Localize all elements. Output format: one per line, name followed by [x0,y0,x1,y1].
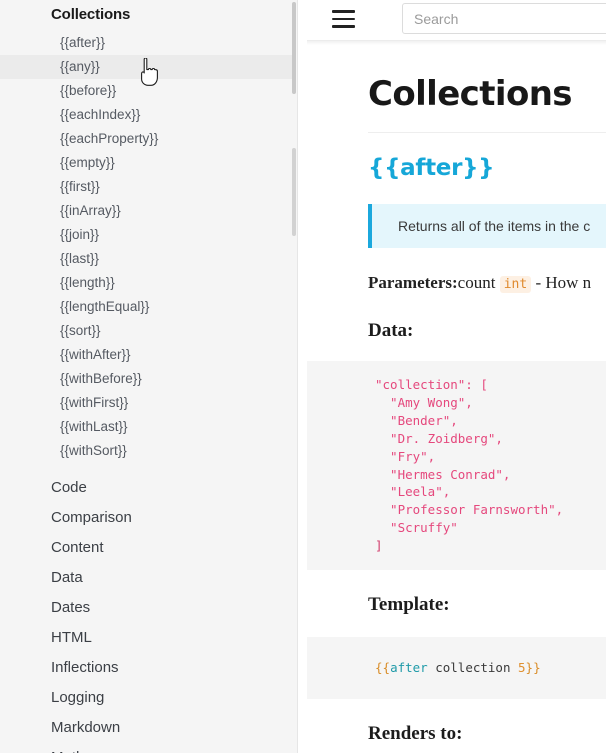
helper-description-text: Returns all of the items in the c [398,218,591,234]
sidebar-item-lengthequal[interactable]: {{lengthEqual}} [0,295,298,319]
template-helper-name: after [390,660,428,676]
sidebar-category-comparison[interactable]: Comparison [0,503,298,533]
sidebar-item-before[interactable]: {{before}} [0,79,298,103]
data-code-line: "Hermes Conrad", [375,466,511,482]
sidebar-item-withfirst[interactable]: {{withFirst}} [0,391,298,415]
sidebar-scrollbar-thumb-secondary[interactable] [292,148,296,236]
template-number-arg: 5 [518,660,526,676]
hamburger-bar-1 [332,10,355,13]
sidebar-navigation[interactable]: Collections {{after}} {{any}} {{before}}… [0,0,298,753]
template-code-block: {{after collection 5}} [307,637,606,699]
renders-to-section-label: Renders to: [368,722,463,744]
sidebar-scrollbar-thumb[interactable] [292,2,296,94]
sidebar-category-markdown[interactable]: Markdown [0,713,298,743]
data-code-line: ] [375,538,383,554]
data-code-line: "Professor Farnsworth", [375,502,564,518]
data-code-line: "collection": [ [375,377,488,392]
title-divider [368,132,606,133]
sidebar-item-withlast[interactable]: {{withLast}} [0,415,298,439]
template-close-brace: }} [525,660,541,676]
sidebar-item-empty[interactable]: {{empty}} [0,151,298,175]
data-code-block: "collection": [ "Amy Wong", "Bender", "D… [307,361,606,571]
hamburger-bar-3 [332,25,355,28]
sidebar-item-eachindex[interactable]: {{eachIndex}} [0,103,298,127]
sidebar-category-code[interactable]: Code [0,473,298,503]
sidebar-item-sort[interactable]: {{sort}} [0,319,298,343]
sidebar-item-withbefore[interactable]: {{withBefore}} [0,367,298,391]
main-content-panel: Collections {{after}} Returns all of the… [307,0,606,753]
hamburger-bar-2 [332,17,355,20]
template-open-brace: {{ [375,660,391,676]
sidebar-category-content[interactable]: Content [0,533,298,563]
hamburger-menu-icon[interactable] [332,10,355,28]
search-input[interactable] [402,3,606,34]
helper-heading-after: {{after}} [368,155,495,181]
parameters-description: - How n [535,273,592,292]
data-code-line: "Dr. Zoidberg", [375,430,503,446]
sidebar-category-data[interactable]: Data [0,563,298,593]
sidebar-category-inflections[interactable]: Inflections [0,653,298,683]
template-section-label: Template: [368,594,450,616]
template-argument: collection [427,660,519,676]
data-code-content: "collection": [ "Amy Wong", "Bender", "D… [375,377,563,553]
data-code-line: "Amy Wong", [375,394,473,410]
sidebar-item-last[interactable]: {{last}} [0,247,298,271]
sidebar-item-withsort[interactable]: {{withSort}} [0,439,298,463]
sidebar-item-first[interactable]: {{first}} [0,175,298,199]
data-code-line: "Scruffy" [375,520,458,536]
sidebar-divider [297,0,298,753]
parameters-paragraph: Parameters:count int - How n [368,272,606,296]
sidebar-item-join[interactable]: {{join}} [0,223,298,247]
sidebar-item-eachproperty[interactable]: {{eachProperty}} [0,127,298,151]
sidebar-item-after[interactable]: {{after}} [0,31,298,55]
page-title: Collections [368,74,573,114]
data-code-line: "Bender", [375,412,458,428]
sidebar-item-inarray[interactable]: {{inArray}} [0,199,298,223]
sidebar-item-length[interactable]: {{length}} [0,271,298,295]
sidebar-group-title-collections: Collections [51,6,131,23]
data-code-line: "Leela", [375,484,451,500]
top-toolbar [307,0,606,41]
documentation-article: Collections {{after}} Returns all of the… [307,45,606,753]
sidebar-category-dates[interactable]: Dates [0,593,298,623]
sidebar-category-html[interactable]: HTML [0,623,298,653]
sidebar-category-logging[interactable]: Logging [0,683,298,713]
sidebar-item-any[interactable]: {{any}} [0,55,293,79]
data-code-line: "Fry", [375,448,436,464]
parameters-label: Parameters: [368,273,458,292]
sidebar-scroll-content: Collections {{after}} {{any}} {{before}}… [0,0,298,753]
helper-description-callout: Returns all of the items in the c [368,204,606,248]
parameters-type-badge: int [499,276,532,293]
template-code-content: {{after collection 5}} [375,660,541,675]
parameters-param-name: count [457,273,496,292]
data-section-label: Data: [368,320,414,341]
sidebar-item-withafter[interactable]: {{withAfter}} [0,343,298,367]
sidebar-category-math[interactable]: Math [0,743,298,753]
